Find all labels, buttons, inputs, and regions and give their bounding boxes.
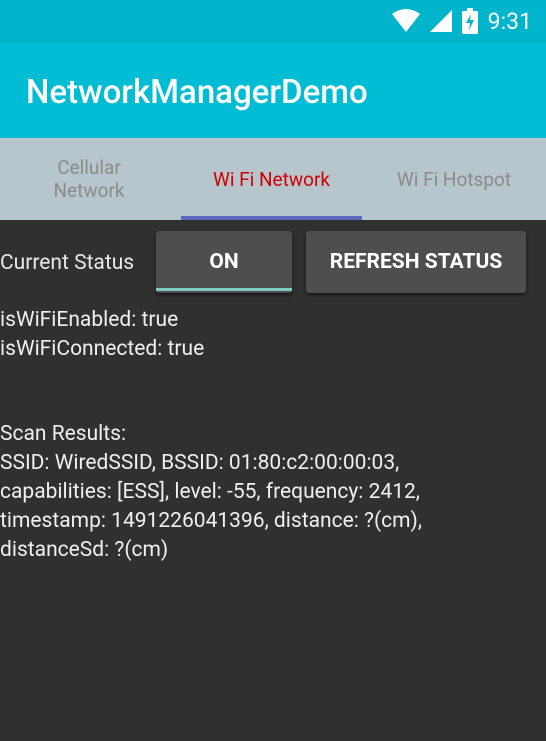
toggle-on-indicator — [156, 288, 292, 291]
battery-charging-icon — [461, 8, 478, 34]
wifi-enabled-line: isWiFiEnabled: true — [0, 308, 179, 332]
wifi-status-text: isWiFiEnabled: true isWiFiConnected: tru… — [0, 306, 204, 364]
tab-label-line2: Network — [53, 179, 125, 202]
tab-cellular-network[interactable]: Cellular Network — [0, 138, 178, 220]
scan-result-line: SSID: WiredSSID, BSSID: 01:80:c2:00:00:0… — [0, 451, 400, 475]
tab-wifi-network[interactable]: Wi Fi Network — [181, 138, 362, 220]
status-bar: 9:31 — [0, 0, 546, 43]
wifi-icon — [391, 9, 420, 33]
app-title: NetworkManagerDemo — [26, 73, 368, 112]
scan-result-line: distanceSd: ?(cm) — [0, 538, 169, 562]
scan-results: Scan Results: SSID: WiredSSID, BSSID: 01… — [0, 420, 422, 565]
scan-result-line: capabilities: [ESS], level: -55, frequen… — [0, 480, 420, 504]
wifi-toggle-button[interactable]: ON — [156, 231, 292, 293]
clock: 9:31 — [487, 7, 532, 35]
tab-label: Wi Fi Hotspot — [396, 167, 512, 191]
tab-wifi-hotspot[interactable]: Wi Fi Hotspot — [362, 138, 546, 220]
current-status-label: Current Status — [0, 251, 135, 275]
tab-label-line1: Cellular — [57, 156, 121, 179]
active-tab-indicator — [181, 216, 362, 220]
status-icons: 9:31 — [391, 6, 532, 36]
tab-bar: Cellular Network Wi Fi Network Wi Fi Hot… — [0, 138, 546, 220]
tab-label: Wi Fi Network — [212, 167, 331, 191]
wifi-connected-line: isWiFiConnected: true — [0, 337, 205, 361]
refresh-status-button[interactable]: REFRESH STATUS — [306, 231, 526, 293]
status-controls: Current Status ON REFRESH STATUS — [0, 231, 546, 293]
cellular-signal-icon — [429, 10, 452, 32]
app-bar: NetworkManagerDemo — [0, 43, 546, 138]
scan-result-line: timestamp: 1491226041396, distance: ?(cm… — [0, 509, 422, 533]
scan-results-heading: Scan Results: — [0, 422, 127, 446]
